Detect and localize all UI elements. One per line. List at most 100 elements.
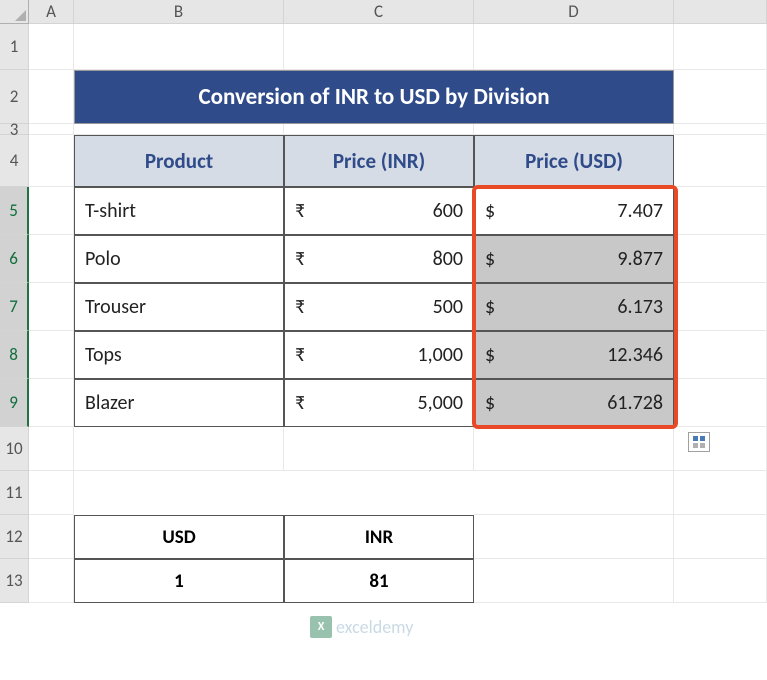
row-header-2[interactable]: 2: [0, 70, 29, 124]
cell-E5[interactable]: [674, 187, 767, 235]
inr-symbol: ₹: [295, 247, 305, 271]
cell-E11[interactable]: [674, 471, 767, 515]
cell-C1[interactable]: [284, 24, 474, 70]
cell-E3[interactable]: [674, 124, 767, 135]
autofill-icon: [692, 435, 706, 449]
cell-A5[interactable]: [29, 187, 74, 235]
col-header-B[interactable]: B: [74, 0, 284, 24]
usd-symbol: $: [485, 295, 495, 319]
row-header-10[interactable]: 10: [0, 427, 29, 471]
cell-product-1[interactable]: Polo: [74, 235, 284, 283]
cell-D10[interactable]: [474, 427, 674, 471]
inr-symbol: ₹: [295, 199, 305, 223]
row-header-7[interactable]: 7: [0, 283, 29, 331]
conv-header-inr[interactable]: INR: [284, 515, 474, 559]
cell-E1[interactable]: [674, 24, 767, 70]
cell-inr-0[interactable]: ₹ 600: [284, 187, 474, 235]
cell-E7[interactable]: [674, 283, 767, 331]
cell-A4[interactable]: [29, 135, 74, 187]
cell-usd-4[interactable]: $ 61.728: [474, 379, 674, 427]
row-header-13[interactable]: 13: [0, 559, 29, 603]
cell-E13[interactable]: [674, 559, 767, 603]
row-header-1[interactable]: 1: [0, 24, 29, 70]
cell-E9[interactable]: [674, 379, 767, 427]
row-header-3[interactable]: 3: [0, 124, 29, 135]
watermark-text: exceldemy: [336, 616, 413, 638]
usd-value: 61.728: [607, 391, 663, 415]
cell-inr-2[interactable]: ₹ 500: [284, 283, 474, 331]
cell-D1[interactable]: [474, 24, 674, 70]
inr-value: 800: [433, 247, 463, 271]
row-header-12[interactable]: 12: [0, 515, 29, 559]
cell-A2[interactable]: [29, 70, 74, 124]
cell-E4[interactable]: [674, 135, 767, 187]
select-all-corner[interactable]: [0, 0, 29, 24]
inr-value: 1,000: [417, 343, 463, 367]
inr-symbol: ₹: [295, 295, 305, 319]
usd-symbol: $: [485, 391, 495, 415]
cell-product-3[interactable]: Tops: [74, 331, 284, 379]
cell-inr-1[interactable]: ₹ 800: [284, 235, 474, 283]
inr-value: 500: [433, 295, 463, 319]
conv-value-inr[interactable]: 81: [284, 559, 474, 603]
cell-E8[interactable]: [674, 331, 767, 379]
inr-value: 600: [433, 199, 463, 223]
title-banner[interactable]: Conversion of INR to USD by Division: [74, 70, 674, 124]
cell-usd-1[interactable]: $ 9.877: [474, 235, 674, 283]
cell-inr-3[interactable]: ₹ 1,000: [284, 331, 474, 379]
col-header-D[interactable]: D: [474, 0, 674, 24]
cell-E2[interactable]: [674, 70, 767, 124]
cell-D12[interactable]: [474, 515, 674, 559]
inr-symbol: ₹: [295, 391, 305, 415]
col-header-blank[interactable]: [674, 0, 767, 24]
cell-A13[interactable]: [29, 559, 74, 603]
row-header-8[interactable]: 8: [0, 331, 29, 379]
cell-B3[interactable]: [74, 124, 284, 135]
cell-A3[interactable]: [29, 124, 74, 135]
cell-A9[interactable]: [29, 379, 74, 427]
main-header-price-inr[interactable]: Price (INR): [284, 135, 474, 187]
cell-product-0[interactable]: T-shirt: [74, 187, 284, 235]
usd-symbol: $: [485, 247, 495, 271]
cell-C3[interactable]: [284, 124, 474, 135]
cell-A7[interactable]: [29, 283, 74, 331]
usd-symbol: $: [485, 199, 495, 223]
row-header-9[interactable]: 9: [0, 379, 29, 427]
autofill-options-button[interactable]: [688, 432, 710, 452]
usd-symbol: $: [485, 343, 495, 367]
cell-usd-2[interactable]: $ 6.173: [474, 283, 674, 331]
cell-D3[interactable]: [474, 124, 674, 135]
row-header-11[interactable]: 11: [0, 471, 29, 515]
usd-value: 9.877: [617, 247, 663, 271]
conv-header-usd[interactable]: USD: [74, 515, 284, 559]
spreadsheet-grid: A B C D 1 2 3 4 5 6 7 8 9 10 11 12 13 Co…: [0, 0, 767, 603]
cell-A11[interactable]: [29, 471, 74, 515]
col-header-A[interactable]: A: [29, 0, 74, 24]
usd-value: 6.173: [617, 295, 663, 319]
cell-inr-4[interactable]: ₹ 5,000: [284, 379, 474, 427]
col-header-C[interactable]: C: [284, 0, 474, 24]
cell-E6[interactable]: [674, 235, 767, 283]
row-header-6[interactable]: 6: [0, 235, 29, 283]
cell-D13[interactable]: [474, 559, 674, 603]
cell-product-4[interactable]: Blazer: [74, 379, 284, 427]
main-header-price-usd[interactable]: Price (USD): [474, 135, 674, 187]
cell-usd-0[interactable]: $ 7.407: [474, 187, 674, 235]
cell-A6[interactable]: [29, 235, 74, 283]
cell-A10[interactable]: [29, 427, 74, 471]
row-header-4[interactable]: 4: [0, 135, 29, 187]
conv-value-usd[interactable]: 1: [74, 559, 284, 603]
cell-B10[interactable]: [74, 427, 284, 471]
main-header-product[interactable]: Product: [74, 135, 284, 187]
watermark: X exceldemy: [310, 616, 413, 638]
row-header-5[interactable]: 5: [0, 187, 29, 235]
cell-A12[interactable]: [29, 515, 74, 559]
cell-E12[interactable]: [674, 515, 767, 559]
cell-D11[interactable]: [474, 471, 674, 515]
cell-usd-3[interactable]: $ 12.346: [474, 331, 674, 379]
cell-product-2[interactable]: Trouser: [74, 283, 284, 331]
cell-A1[interactable]: [29, 24, 74, 70]
cell-A8[interactable]: [29, 331, 74, 379]
cell-C10[interactable]: [284, 427, 474, 471]
cell-B1[interactable]: [74, 24, 284, 70]
